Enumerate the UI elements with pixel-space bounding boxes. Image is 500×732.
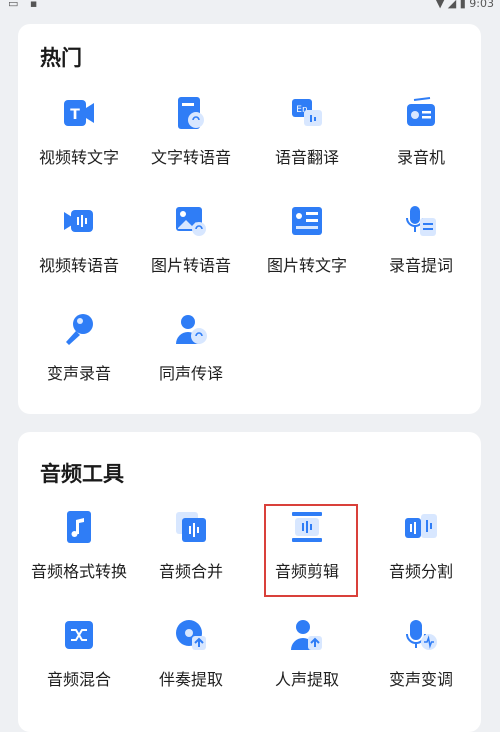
tool-recorder[interactable]: 录音机 (366, 94, 476, 190)
tool-label: 视频转语音 (38, 256, 119, 275)
text-to-speech-icon (174, 96, 208, 130)
tool-image-to-text[interactable]: 图片转文字 (252, 202, 362, 298)
tool-label: 变声录音 (46, 364, 111, 383)
tool-vocal-extract[interactable]: 人声提取 (252, 616, 362, 712)
voice-pitch-change-icon (404, 618, 438, 652)
tool-teleprompter[interactable]: 录音提词 (366, 202, 476, 298)
tool-audio-format-convert[interactable]: 音频格式转换 (24, 508, 134, 604)
tool-label: 视频转文字 (38, 148, 119, 167)
tool-label: 同声传译 (158, 364, 223, 383)
image-to-speech-icon (174, 204, 208, 238)
tool-voice-translate[interactable]: En 语音翻译 (252, 94, 362, 190)
tool-voice-pitch-change[interactable]: 变声变调 (366, 616, 476, 712)
tool-audio-cut[interactable]: 音频剪辑 (252, 508, 362, 604)
tool-image-to-speech[interactable]: 图片转语音 (136, 202, 246, 298)
tool-video-to-audio[interactable]: 视频转语音 (24, 202, 134, 298)
audio-tools-grid: 音频格式转换 音频合并 音频剪辑 音频分割 音频混合 伴奏提取 人声提取 变声变… (18, 508, 481, 724)
tool-label: 伴奏提取 (158, 670, 223, 689)
voice-change-record-icon (62, 312, 96, 346)
audio-tools-section-card: 音频工具 音频格式转换 音频合并 音频剪辑 音频分割 音频混合 伴奏提取 人声提… (18, 432, 481, 732)
tool-label: 音频混合 (46, 670, 111, 689)
tool-label: 音频合并 (158, 562, 223, 581)
audio-format-convert-icon (62, 510, 96, 544)
teleprompter-icon (404, 204, 438, 238)
tool-label: 变声变调 (388, 670, 453, 689)
accompaniment-extract-icon (174, 618, 208, 652)
tool-voice-change-record[interactable]: 变声录音 (24, 310, 134, 406)
simultaneous-interpretation-icon (174, 312, 208, 346)
hot-section-title: 热门 (40, 46, 82, 70)
tool-label: 音频格式转换 (30, 562, 127, 581)
tool-audio-mix[interactable]: 音频混合 (24, 616, 134, 712)
hot-section-card: 热门 T 视频转文字 文字转语音 En 语音翻译 录音机 视频转语音 图片转语音… (18, 24, 481, 414)
audio-merge-icon (174, 510, 208, 544)
video-to-text-icon: T (62, 96, 96, 130)
tool-label: 录音提词 (388, 256, 453, 275)
tool-accompaniment-extract[interactable]: 伴奏提取 (136, 616, 246, 712)
tool-label: 图片转语音 (150, 256, 231, 275)
audio-cut-icon (290, 510, 324, 544)
tool-text-to-speech[interactable]: 文字转语音 (136, 94, 246, 190)
image-to-text-icon (290, 204, 324, 238)
status-bar: ▭ ▪ ▼ ◢ ▮ 9:03 (0, 0, 500, 12)
status-right-info: ▼ ◢ ▮ 9:03 (435, 0, 494, 10)
tool-simultaneous-interpretation[interactable]: 同声传译 (136, 310, 246, 406)
video-to-audio-icon (62, 204, 96, 238)
audio-tools-section-title: 音频工具 (40, 462, 124, 486)
tool-label: 人声提取 (274, 670, 339, 689)
vocal-extract-icon (290, 618, 324, 652)
voice-translate-icon: En (290, 96, 324, 130)
hot-tools-grid: T 视频转文字 文字转语音 En 语音翻译 录音机 视频转语音 图片转语音 图片… (18, 94, 481, 418)
audio-mix-icon (62, 618, 96, 652)
tool-label: 语音翻译 (274, 148, 339, 167)
recorder-icon (404, 96, 438, 130)
tool-label: 录音机 (396, 148, 445, 167)
status-left-icons: ▭ ▪ (8, 0, 42, 10)
tool-audio-merge[interactable]: 音频合并 (136, 508, 246, 604)
tool-label: 音频剪辑 (274, 562, 339, 581)
svg-text:T: T (70, 107, 80, 123)
tool-label: 图片转文字 (266, 256, 347, 275)
tool-video-to-text[interactable]: T 视频转文字 (24, 94, 134, 190)
tool-label: 文字转语音 (150, 148, 231, 167)
tool-label: 音频分割 (388, 562, 453, 581)
tool-audio-split[interactable]: 音频分割 (366, 508, 476, 604)
audio-split-icon (404, 510, 438, 544)
